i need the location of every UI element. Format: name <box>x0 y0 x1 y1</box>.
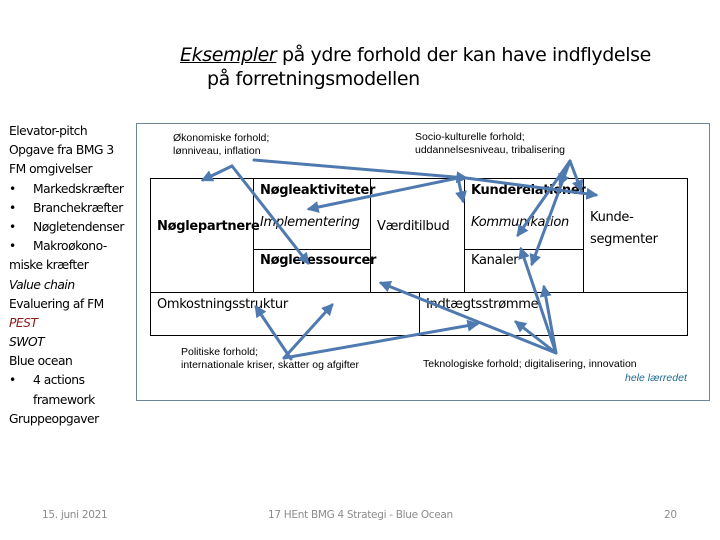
note-political: Politiske forhold; internationale kriser… <box>181 346 359 371</box>
note-sociocultural-line2: uddannelsesniveau, tribalisering <box>415 143 566 156</box>
sidebar-item: miske kræfter <box>9 256 124 275</box>
sidebar-item: FM omgivelser <box>9 160 124 179</box>
footer-date: 15. juni 2021 <box>42 509 108 521</box>
sidebar-item-label: SWOT <box>9 335 45 350</box>
sidebar-item-label: Opgave fra BMG 3 <box>9 143 114 158</box>
label-key-partners: Nøglepartnere <box>157 219 260 234</box>
label-key-activities: Nøgleaktiviteter <box>260 183 376 198</box>
sidebar-agenda: Elevator-pitch Opgave fra BMG 3 FM omgivel… <box>9 122 124 429</box>
bullet-icon: • <box>9 239 16 254</box>
slide-title: Eksempler på ydre forhold der kan have i… <box>180 43 651 91</box>
label-channels: Kanaler <box>471 253 519 268</box>
sidebar-item: Evaluering af FM <box>9 295 124 314</box>
sidebar-item: SWOT <box>9 333 124 352</box>
sidebar-item-label: 4 actions <box>33 373 85 388</box>
sidebar-item-label: Evaluering af FM <box>9 296 104 311</box>
sidebar-item-label: FM omgivelser <box>9 162 93 177</box>
note-economic: Økonomiske forhold; lønniveau, inflation <box>173 132 269 157</box>
sidebar-item-label: Elevator-pitch <box>9 124 88 138</box>
label-key-resources: Nøgleressourcer <box>260 253 377 268</box>
sidebar-item: • Branchekræfter <box>9 199 124 218</box>
sidebar-item-label: Markedskræfter <box>33 181 124 196</box>
note-economic-line1: Økonomiske forhold; <box>173 132 270 144</box>
note-political-line1: Politiske forhold; <box>181 346 259 358</box>
label-customer-segments-1: Kunde- <box>590 210 634 225</box>
footer-page-number: 20 <box>664 509 677 521</box>
bullet-icon: • <box>9 181 16 196</box>
sidebar-item-label: Gruppeopgaver <box>9 411 99 426</box>
label-cost-structure: Omkostningsstruktur <box>157 297 288 312</box>
title-line1: på ydre forhold der kan have indflydelse <box>276 44 651 66</box>
sidebar-item-label: framework <box>33 392 95 407</box>
sidebar-item: framework <box>9 391 124 410</box>
sidebar-item-label: Blue ocean <box>9 354 73 369</box>
footer-course: 17 HEnt BMG 4 Strategi - Blue Ocean <box>268 509 453 521</box>
sidebar-item: Blue ocean <box>9 352 124 371</box>
bullet-icon: • <box>9 200 16 215</box>
sidebar-item: • 4 actions <box>9 371 124 390</box>
sidebar-item-label: Nøgletendenser <box>33 219 124 234</box>
note-sociocultural: Socio-kulturelle forhold; uddannelsesniv… <box>415 131 565 156</box>
sidebar-item: • Nøgletendenser <box>9 218 124 237</box>
sidebar-item: Opgave fra BMG 3 <box>9 141 124 160</box>
sidebar-item-label: Branchekræfter <box>33 200 123 215</box>
cell-key-partners <box>150 178 254 293</box>
sidebar-item-label: PEST <box>9 315 38 330</box>
sidebar-item-label: miske kræfter <box>9 258 89 273</box>
label-implementation: Implementering <box>260 215 360 230</box>
bullet-icon: • <box>9 373 16 388</box>
note-political-line2: internationale kriser, skatter og afgift… <box>181 358 360 371</box>
label-customer-segments-2: segmenter <box>590 232 658 247</box>
label-value-proposition: Værditilbud <box>377 219 450 234</box>
sidebar-item: Value chain <box>9 276 124 295</box>
sidebar-item: Gruppeopgaver <box>9 410 124 429</box>
title-line2: på forretningsmodellen <box>207 68 420 90</box>
cell-value-proposition <box>370 178 465 293</box>
note-sociocultural-line1: Socio-kulturelle forhold; <box>415 131 525 143</box>
note-whole-canvas: hele lærredet <box>625 372 687 384</box>
label-communication: Kommunikation <box>471 215 569 230</box>
label-customer-relations: Kunderelationer <box>471 183 586 198</box>
sidebar-item: Elevator-pitch <box>9 122 124 141</box>
note-economic-line2: lønniveau, inflation <box>173 144 261 157</box>
sidebar-item: • Markedskræfter <box>9 180 124 199</box>
sidebar-item-label: Value chain <box>9 277 75 292</box>
label-revenue-streams: Indtægtsstrømme <box>426 297 539 312</box>
note-technological: Teknologiske forhold; digitalisering, in… <box>423 358 637 370</box>
bullet-icon: • <box>9 219 16 234</box>
sidebar-item: PEST <box>9 314 124 333</box>
sidebar-item: • Makroøkono- <box>9 237 124 256</box>
sidebar-item-label: Makroøkono- <box>33 239 107 254</box>
title-emphasis: Eksempler <box>180 44 277 66</box>
